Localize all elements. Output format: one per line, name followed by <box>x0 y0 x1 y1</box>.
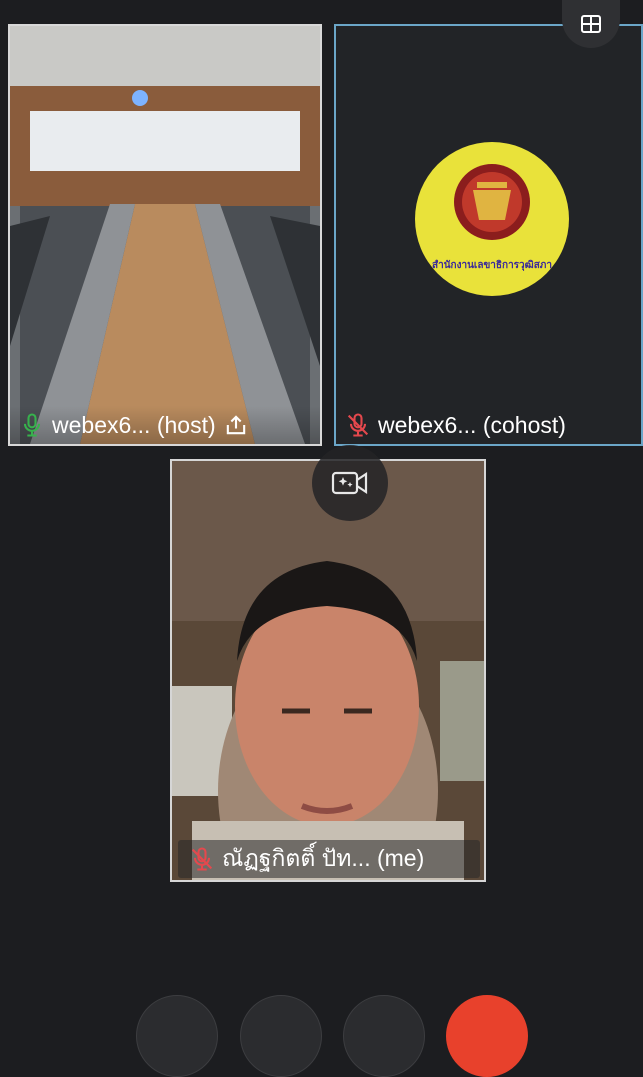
self-name-bar: ณัฏฐกิตติ์ ปัท... (me) <box>178 840 480 878</box>
participant-tile-self[interactable]: ณัฏฐกิตติ์ ปัท... (me) <box>170 459 486 882</box>
switch-camera-button[interactable] <box>312 445 388 521</box>
participant-tile-host[interactable]: webex6... (host) <box>8 24 322 446</box>
cohost-name-label: webex6... (cohost) <box>378 411 566 438</box>
self-video-frame <box>172 461 484 880</box>
mic-muted-icon <box>191 847 213 871</box>
mute-button[interactable] <box>136 995 218 1077</box>
host-name-label: webex6... (host) <box>52 411 216 438</box>
cohost-logo-text: สำนักงานเลขาธิการวุฒิสภา <box>431 260 553 271</box>
video-button[interactable] <box>240 995 322 1077</box>
more-button[interactable] <box>343 995 425 1077</box>
self-name-label: ณัฏฐกิตติ์ ปัท... (me) <box>222 845 425 871</box>
host-name-bar: webex6... (host) <box>10 406 320 444</box>
camera-switch-icon <box>331 471 368 495</box>
participant-tile-cohost[interactable]: สำนักงานเลขาธิการวุฒิสภา webex6... (coho… <box>334 24 643 446</box>
grid-layout-icon <box>581 15 601 33</box>
share-icon[interactable] <box>222 411 250 439</box>
end-call-button[interactable] <box>446 995 528 1077</box>
mic-muted-icon <box>347 413 369 437</box>
mic-icon <box>23 413 41 437</box>
cohost-logo: สำนักงานเลขาธิการวุฒิสภา <box>415 142 569 296</box>
host-video-frame <box>10 26 320 444</box>
cohost-name-bar: webex6... (cohost) <box>344 406 641 444</box>
